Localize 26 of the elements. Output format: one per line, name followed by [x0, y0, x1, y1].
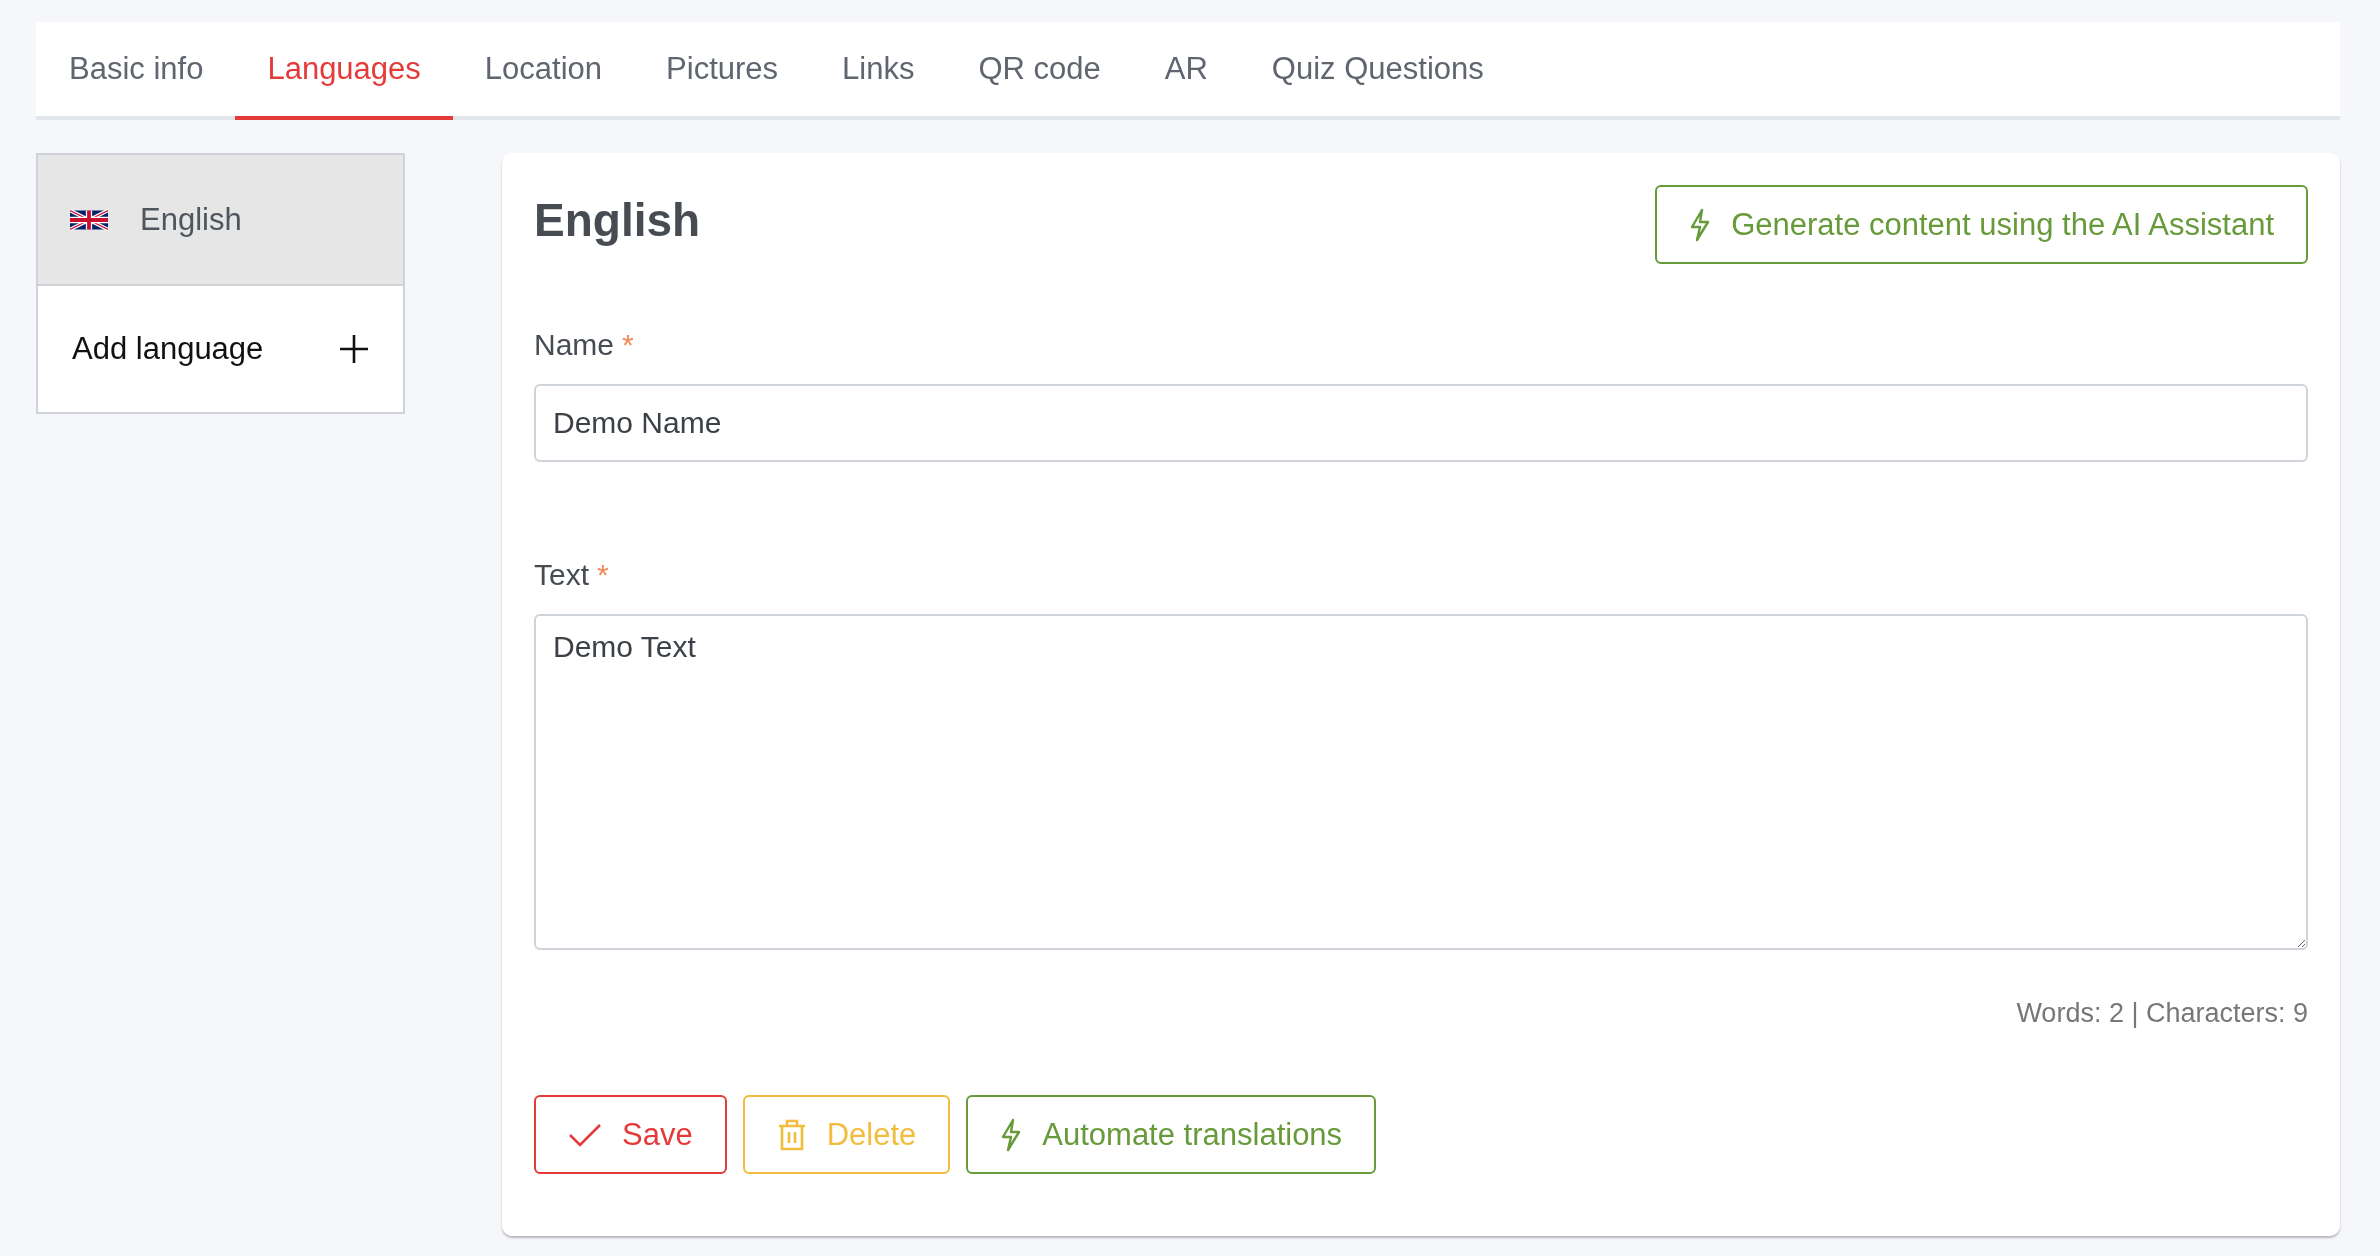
tab[interactable]: Quiz Questions — [1239, 22, 1516, 120]
tab[interactable]: Links — [810, 22, 947, 120]
tab[interactable]: Pictures — [634, 22, 811, 120]
lightning-icon — [1000, 1117, 1023, 1152]
field-label: Name — [534, 328, 615, 361]
lightning-icon — [1689, 207, 1712, 242]
tab[interactable]: Languages — [235, 22, 453, 120]
required-mark: * — [622, 328, 634, 361]
trash-icon — [776, 1117, 807, 1152]
language-heading: English — [534, 193, 701, 247]
tab[interactable]: Location — [452, 22, 635, 120]
ai-assistant-button[interactable]: Generate content using the AI Assistant — [1655, 185, 2308, 264]
uk-flag-icon — [70, 208, 108, 231]
plus-icon — [339, 334, 369, 364]
word-count: Words: 2 | Characters: 9 — [2015, 998, 2308, 1029]
save-button[interactable]: Save — [534, 1095, 727, 1174]
tab[interactable]: QR code — [946, 22, 1133, 120]
text-area[interactable]: Demo Text — [534, 614, 2308, 950]
tab[interactable]: Basic info — [37, 22, 236, 120]
required-mark: * — [597, 558, 609, 591]
language-item[interactable]: English — [38, 155, 403, 286]
automate-translations-button[interactable]: Automate translations — [966, 1095, 1377, 1174]
name-input[interactable]: Demo Name — [534, 384, 2308, 462]
field-label: Text — [534, 558, 590, 591]
tab[interactable]: AR — [1132, 22, 1240, 120]
checkmark-icon — [568, 1122, 602, 1147]
